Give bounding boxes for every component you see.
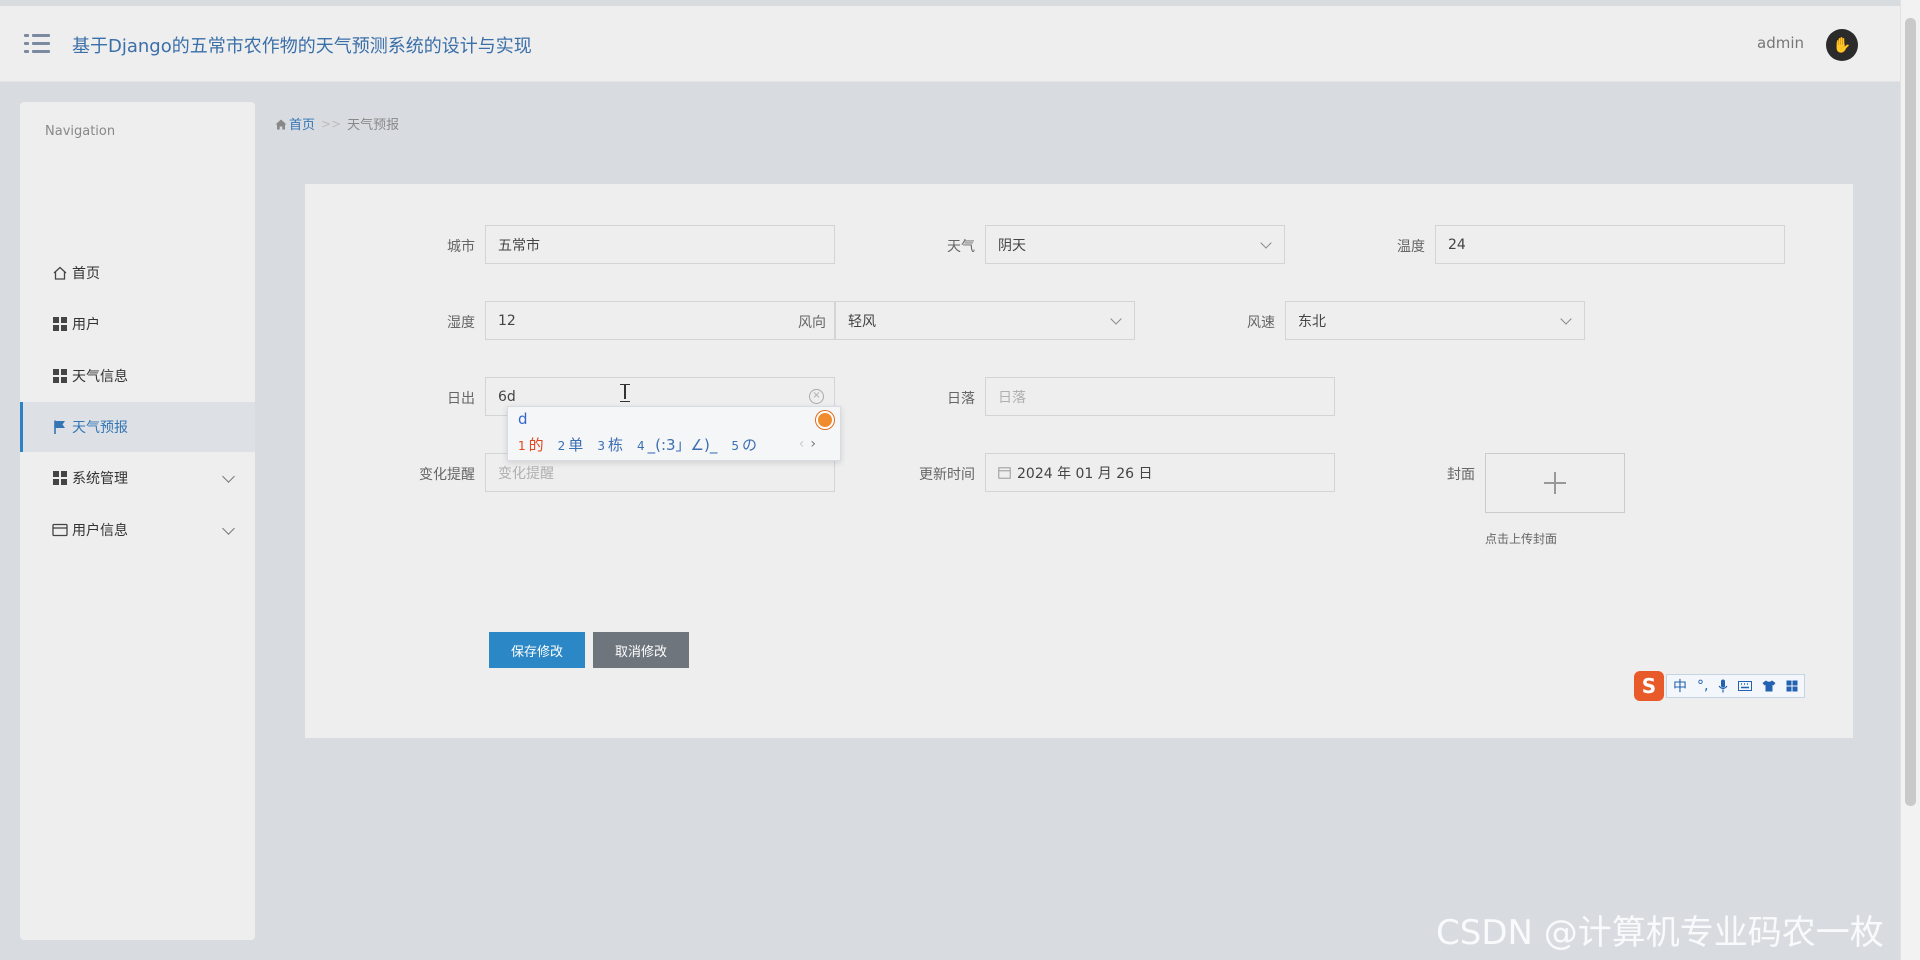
sidebar: Navigation 首页 用户 天气信息 天气预报 系统管理 用户信息 (20, 102, 255, 940)
ime-candidate[interactable]: 4 _(:3」∠)_ (637, 434, 717, 455)
wind-direction-value: 轻风 (848, 313, 876, 330)
chevron-right-icon[interactable]: › (810, 436, 816, 452)
sidebar-item-label: 用户信息 (72, 523, 128, 539)
breadcrumb-current: 天气预报 (347, 118, 400, 133)
ime-page-nav[interactable]: ‹ › (799, 436, 816, 452)
ime-toolbar: S 中 °, (1634, 671, 1814, 701)
ime-candidate-popup: d 1的 2单 3栋 4 _(:3」∠)_ 5の ‹ › (507, 406, 841, 461)
sunset-placeholder: 日落 (998, 389, 1026, 406)
breadcrumb-home-link[interactable]: 首页 (275, 114, 315, 133)
temperature-input[interactable]: 24 (1435, 225, 1785, 264)
username[interactable]: admin (1757, 34, 1804, 52)
watermark: CSDN @计算机专业码农一枚 (1436, 913, 1884, 953)
grid-icon (52, 316, 68, 332)
sidebar-item-system-management[interactable]: 系统管理 (20, 453, 255, 503)
text-cursor-icon (620, 384, 630, 402)
city-input[interactable]: 五常市 (485, 225, 835, 264)
sunset-input[interactable]: 日落 (985, 377, 1335, 416)
chevron-down-icon (1260, 237, 1272, 249)
chevron-down-icon (1560, 313, 1572, 325)
breadcrumb-home-label: 首页 (289, 118, 316, 133)
weather-select[interactable]: 阴天 (985, 225, 1285, 264)
cover-upload-box[interactable] (1485, 453, 1625, 513)
sidebar-item-user-info[interactable]: 用户信息 (20, 505, 255, 555)
breadcrumb: 首页 >> 天气预报 (275, 114, 399, 133)
skin-shirt-icon[interactable] (1762, 680, 1776, 692)
sidebar-item-home[interactable]: 首页 (20, 248, 255, 298)
cover-label: 封面 (1447, 467, 1475, 483)
ime-candidate[interactable]: 5の (731, 434, 757, 455)
page-scrollbar[interactable] (1900, 0, 1920, 960)
calendar-icon (998, 467, 1011, 479)
sidebar-item-label: 天气预报 (72, 420, 128, 436)
sidebar-item-label: 系统管理 (72, 471, 128, 487)
chevron-down-icon (222, 470, 235, 483)
sidebar-item-weather-info[interactable]: 天气信息 (20, 351, 255, 401)
chevron-down-icon (1110, 313, 1122, 325)
ime-candidate-list: 1的 2单 3栋 4 _(:3」∠)_ 5の (518, 434, 771, 455)
home-icon (52, 265, 68, 281)
cover-upload-hint: 点击上传封面 (1485, 532, 1558, 546)
grid-icon (52, 368, 68, 384)
temperature-label: 温度 (1397, 239, 1425, 255)
save-button[interactable]: 保存修改 (489, 632, 585, 668)
ime-logo-icon (816, 411, 834, 429)
card-icon (52, 522, 68, 538)
keyboard-icon[interactable] (1738, 681, 1753, 691)
update-time-picker[interactable]: 2024 年 01 月 26 日 (985, 453, 1335, 492)
ime-composition: d (518, 410, 528, 428)
update-time-label: 更新时间 (919, 467, 975, 483)
ime-candidate[interactable]: 1的 (518, 434, 544, 455)
sogou-logo-icon[interactable]: S (1634, 671, 1664, 701)
menu-toggle-icon[interactable] (24, 34, 50, 54)
ime-candidate[interactable]: 2单 (558, 434, 584, 455)
wind-speed-select[interactable]: 东北 (1285, 301, 1585, 340)
sidebar-item-label: 用户 (72, 317, 100, 333)
sunrise-value: 6d (498, 388, 516, 405)
wind-speed-value: 东北 (1298, 313, 1326, 330)
microphone-icon[interactable] (1718, 679, 1728, 693)
change-alert-placeholder: 变化提醒 (498, 465, 554, 482)
ime-punctuation-toggle[interactable]: °, (1697, 678, 1708, 694)
wind-direction-label: 风向 (798, 315, 826, 331)
sidebar-item-users[interactable]: 用户 (20, 299, 255, 349)
flag-icon (52, 419, 68, 435)
sidebar-item-weather-forecast[interactable]: 天气预报 (20, 402, 255, 452)
avatar[interactable]: ✋ (1826, 29, 1858, 61)
app-title: 基于Django的五常市农作物的天气预测系统的设计与实现 (72, 36, 532, 57)
weather-value: 阴天 (998, 237, 1026, 254)
cancel-button[interactable]: 取消修改 (593, 632, 689, 668)
sunset-label: 日落 (947, 391, 975, 407)
scrollbar-thumb[interactable] (1905, 18, 1916, 806)
city-value: 五常市 (498, 237, 540, 254)
toolbox-grid-icon[interactable] (1786, 680, 1798, 692)
humidity-label: 湿度 (447, 315, 475, 331)
wind-direction-select[interactable]: 轻风 (835, 301, 1135, 340)
breadcrumb-separator: >> (321, 116, 342, 131)
ime-tray: 中 °, (1666, 674, 1806, 698)
grid-icon (52, 470, 68, 486)
home-icon (275, 119, 287, 130)
clear-icon[interactable]: × (809, 389, 824, 404)
sidebar-item-label: 天气信息 (72, 369, 128, 385)
chevron-down-icon (222, 522, 235, 535)
change-alert-label: 变化提醒 (419, 467, 475, 483)
wind-speed-label: 风速 (1247, 315, 1275, 331)
sidebar-item-label: 首页 (72, 266, 100, 282)
top-bar: 基于Django的五常市农作物的天气预测系统的设计与实现 admin ✋ (0, 0, 1900, 82)
city-label: 城市 (447, 239, 475, 255)
ime-mode-toggle[interactable]: 中 (1673, 676, 1687, 696)
humidity-value: 12 (498, 312, 516, 329)
nav-title: Navigation (45, 124, 116, 139)
update-time-value: 2024 年 01 月 26 日 (1017, 465, 1153, 482)
weather-label: 天气 (947, 239, 975, 255)
temperature-value: 24 (1448, 236, 1466, 253)
sunrise-label: 日出 (447, 391, 475, 407)
plus-icon (1544, 472, 1566, 494)
ime-candidate[interactable]: 3栋 (597, 434, 623, 455)
chevron-left-icon[interactable]: ‹ (799, 436, 805, 452)
